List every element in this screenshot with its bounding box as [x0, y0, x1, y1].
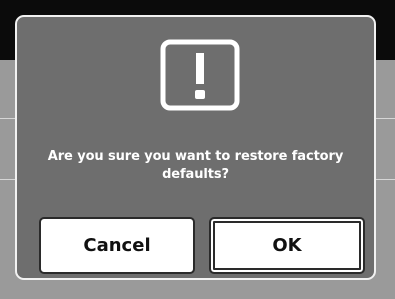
- dialog-message: Are you sure you want to restore factory…: [47, 149, 344, 182]
- cancel-button[interactable]: Cancel: [39, 217, 195, 274]
- confirm-dialog: Are you sure you want to restore factory…: [15, 15, 376, 280]
- cancel-button-label: Cancel: [83, 235, 151, 256]
- alert-exclamation-icon: [160, 39, 240, 111]
- ok-button-label: OK: [272, 235, 302, 256]
- ok-button[interactable]: OK: [209, 217, 365, 274]
